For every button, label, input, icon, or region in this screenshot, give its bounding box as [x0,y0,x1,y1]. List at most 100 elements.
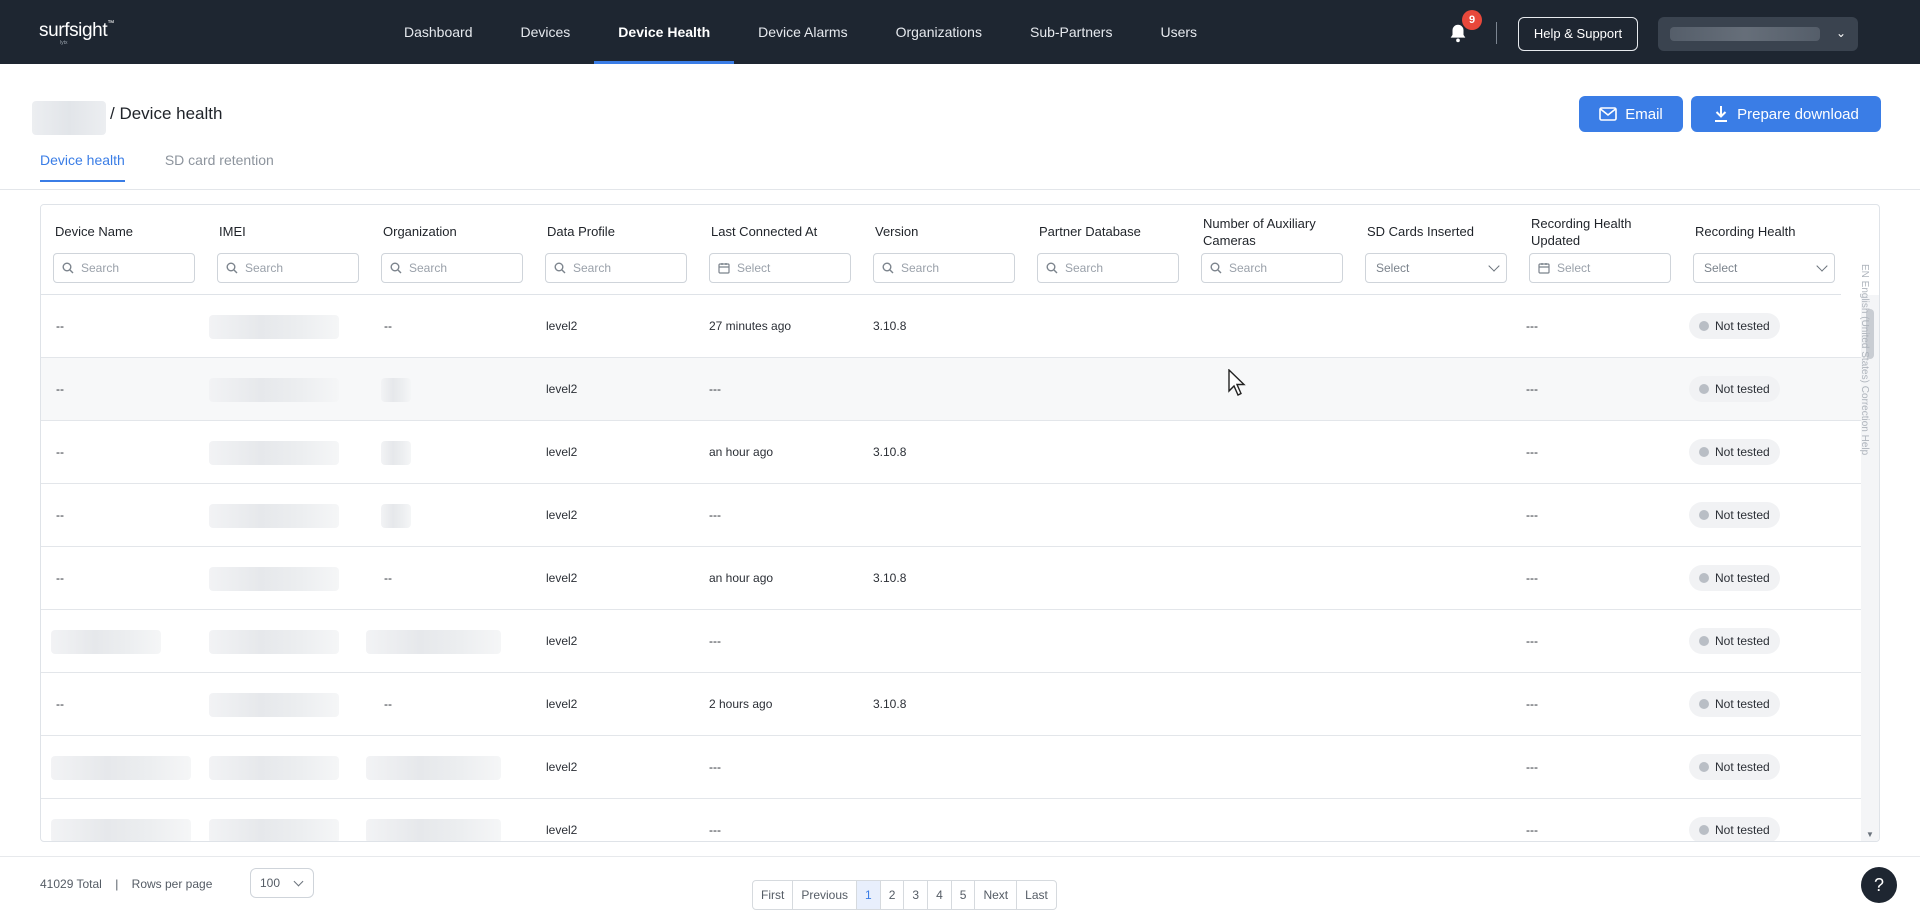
page-button[interactable]: Last [1017,881,1056,909]
status-dot-icon [1699,699,1709,709]
footer-divider [0,856,1920,857]
table-row[interactable]: -- level2 --- --- Not tested [41,484,1861,547]
rows-per-page-select[interactable]: 100 [250,868,314,898]
column-search-input[interactable]: Search [1037,253,1179,283]
surfsight-logo[interactable]: surfsight™ [39,20,114,42]
table-row[interactable]: level2 --- --- Not tested [41,610,1861,673]
cell-device-name: -- [56,382,64,396]
column-search-input[interactable]: Search [217,253,359,283]
table-row[interactable]: -- level2 an hour ago 3.10.8 --- Not tested [41,421,1861,484]
column-search-input[interactable]: Search [53,253,195,283]
table-row[interactable]: -- -- level2 27 minutes ago 3.10.8 --- Not tes… [41,295,1861,358]
redacted-value [209,819,339,841]
help-support-button[interactable]: Help & Support [1518,17,1638,51]
search-icon [554,262,566,274]
column-select-filter[interactable]: Select [1365,253,1507,283]
page-button[interactable]: 1 [857,881,881,909]
chevron-down-icon [1488,260,1500,272]
recording-health-text: Not tested [1715,382,1770,396]
status-dot-icon [1699,447,1709,457]
column-label[interactable]: Recording Health [1695,223,1835,240]
column-label[interactable]: Recording Health Updated [1531,215,1671,249]
redacted-value [209,693,339,717]
mail-icon [1599,107,1618,121]
column-label[interactable]: Last Connected At [711,223,851,240]
page-button[interactable]: 3 [904,881,929,909]
page-button[interactable]: 4 [928,881,952,909]
page-button[interactable]: Next [975,881,1018,909]
cell-version: 3.10.8 [873,697,907,711]
tab-device-health[interactable]: Device health [40,152,125,182]
recording-health-badge: Not tested [1689,439,1780,465]
column-label[interactable]: Organization [383,223,523,240]
column-label[interactable]: SD Cards Inserted [1367,223,1507,240]
table-row[interactable]: level2 --- --- Not tested [41,799,1861,841]
column-label[interactable]: IMEI [219,223,359,240]
nav-device-health[interactable]: Device Health [594,0,734,64]
search-icon [226,262,238,274]
total-count: 41029 Total [40,877,102,891]
cell-data-profile: level2 [546,382,578,396]
column-search-input[interactable]: Search [873,253,1015,283]
cell-device-name: -- [56,697,64,711]
recording-health-badge: Not tested [1689,754,1780,780]
page-button[interactable]: 2 [881,881,905,909]
column-select-filter[interactable]: Select [1693,253,1835,283]
table-row[interactable]: -- level2 --- --- Not tested [41,358,1861,421]
redacted-value [209,567,339,591]
redacted-value [381,378,411,402]
recording-health-text: Not tested [1715,571,1770,585]
cell-rh-updated: --- [1526,697,1538,711]
recording-health-text: Not tested [1715,760,1770,774]
table-row[interactable]: level2 --- --- Not tested [41,736,1861,799]
logo-sub: lytx [60,40,68,46]
page-button[interactable]: 5 [952,881,976,909]
column-date-filter[interactable]: Select [1529,253,1671,283]
table-row[interactable]: -- -- level2 an hour ago 3.10.8 --- Not tested [41,547,1861,610]
nav-dashboard[interactable]: Dashboard [380,0,497,64]
nav-device-alarms[interactable]: Device Alarms [734,0,871,64]
nav-devices[interactable]: Devices [497,0,595,64]
status-dot-icon [1699,636,1709,646]
column-label[interactable]: Version [875,223,1015,240]
nav-sub-partners[interactable]: Sub-Partners [1006,0,1136,64]
filter-placeholder: Search [245,261,284,275]
search-icon [1210,262,1222,274]
tab-bar: Device health SD card retention [40,152,274,182]
table-row[interactable]: -- -- level2 2 hours ago 3.10.8 --- Not tested [41,673,1861,736]
redacted-value [209,315,339,339]
account-menu[interactable]: ⌄ [1658,17,1858,51]
status-dot-icon [1699,825,1709,835]
language-help-widget[interactable]: EN English (United States) Correction He… [1856,264,1870,584]
top-navbar: surfsight™ lytx Dashboard Devices Device… [0,0,1920,64]
column-label[interactable]: Device Name [55,223,195,240]
page-title: / Device health [110,104,223,123]
page-button[interactable]: First [753,881,794,909]
email-button[interactable]: Email [1579,96,1683,132]
column-label[interactable]: Number of Auxiliary Cameras [1203,215,1343,249]
table-header: Device Name Search IMEI Search Organization S… [41,205,1841,295]
nav-organizations[interactable]: Organizations [872,0,1006,64]
cell-rh-updated: --- [1526,634,1538,648]
column-label[interactable]: Data Profile [547,223,687,240]
page-button[interactable]: Previous [793,881,858,909]
column-search-input[interactable]: Search [381,253,523,283]
cell-data-profile: level2 [546,823,578,837]
status-dot-icon [1699,510,1709,520]
recording-health-text: Not tested [1715,445,1770,459]
search-icon [1046,262,1058,274]
column-search-input[interactable]: Search [1201,253,1343,283]
prepare-download-button[interactable]: Prepare download [1691,96,1881,132]
recording-health-badge: Not tested [1689,565,1780,591]
breadcrumb-redacted[interactable] [32,101,106,135]
filter-placeholder: Search [1229,261,1268,275]
column-date-filter[interactable]: Select [709,253,851,283]
cell-version: 3.10.8 [873,571,907,585]
column-search-input[interactable]: Search [545,253,687,283]
scroll-down-icon[interactable]: ▼ [1866,830,1874,839]
help-icon[interactable]: ? [1861,867,1897,903]
column-label[interactable]: Partner Database [1039,223,1179,240]
tab-sd-card-retention[interactable]: SD card retention [165,152,274,182]
rows-per-page-label: Rows per page [131,877,213,891]
nav-users[interactable]: Users [1136,0,1221,64]
